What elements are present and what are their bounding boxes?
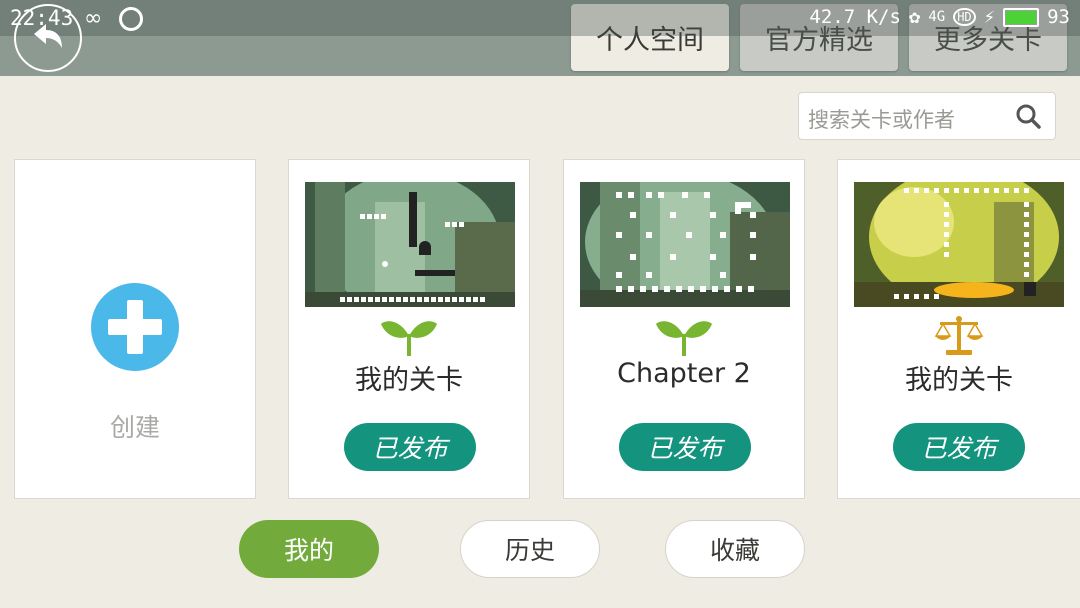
infinity-icon: ∞ bbox=[84, 6, 103, 31]
tab-history[interactable]: 历史 bbox=[460, 520, 600, 578]
charging-icon: ⚡ bbox=[983, 6, 996, 28]
back-button[interactable] bbox=[14, 4, 82, 72]
tab-mine[interactable]: 我的 bbox=[239, 520, 379, 578]
level-title: Chapter 2 bbox=[617, 358, 751, 389]
level-thumbnail bbox=[854, 182, 1064, 307]
search-placeholder[interactable]: 搜索关卡或作者 bbox=[808, 104, 955, 134]
flower-icon: ✿ bbox=[908, 6, 921, 28]
signal-label: 4G bbox=[928, 9, 946, 25]
status-app-icon bbox=[119, 7, 144, 31]
status-icons-left: ∞ bbox=[84, 6, 144, 31]
scales-icon bbox=[838, 314, 1080, 358]
level-title: 我的关卡 bbox=[905, 365, 1013, 396]
search-box[interactable]: 搜索关卡或作者 bbox=[798, 92, 1056, 140]
published-button[interactable]: 已发布 bbox=[893, 423, 1025, 471]
back-arrow-icon bbox=[34, 24, 62, 48]
create-card[interactable]: 创建 bbox=[14, 159, 256, 499]
hd-icon: HD bbox=[953, 8, 976, 26]
tab-favorites[interactable]: 收藏 bbox=[665, 520, 805, 578]
plus-icon[interactable] bbox=[91, 283, 179, 371]
published-button[interactable]: 已发布 bbox=[619, 423, 751, 471]
level-title: 我的关卡 bbox=[355, 365, 463, 396]
create-label: 创建 bbox=[109, 413, 160, 442]
level-card-2[interactable]: Chapter 2 已发布 bbox=[563, 159, 805, 499]
battery-icon bbox=[1003, 7, 1040, 27]
sprout-icon bbox=[289, 314, 529, 358]
sprout-icon bbox=[564, 314, 804, 358]
level-thumbnail bbox=[305, 182, 515, 307]
net-speed: 42.7 K/s bbox=[809, 6, 901, 28]
published-button[interactable]: 已发布 bbox=[344, 423, 476, 471]
status-right: 42.7 K/s ✿ 4G HD ⚡ 93 bbox=[809, 6, 1070, 28]
level-card-3[interactable]: 我的关卡 已发布 bbox=[837, 159, 1080, 499]
level-card-1[interactable]: 我的关卡 已发布 bbox=[288, 159, 530, 499]
search-icon[interactable] bbox=[1015, 103, 1041, 129]
level-thumbnail bbox=[580, 182, 790, 307]
battery-text: 93 bbox=[1047, 6, 1070, 28]
status-bar: 22:43 ∞ 42.7 K/s ✿ 4G HD ⚡ 93 bbox=[0, 0, 1080, 36]
